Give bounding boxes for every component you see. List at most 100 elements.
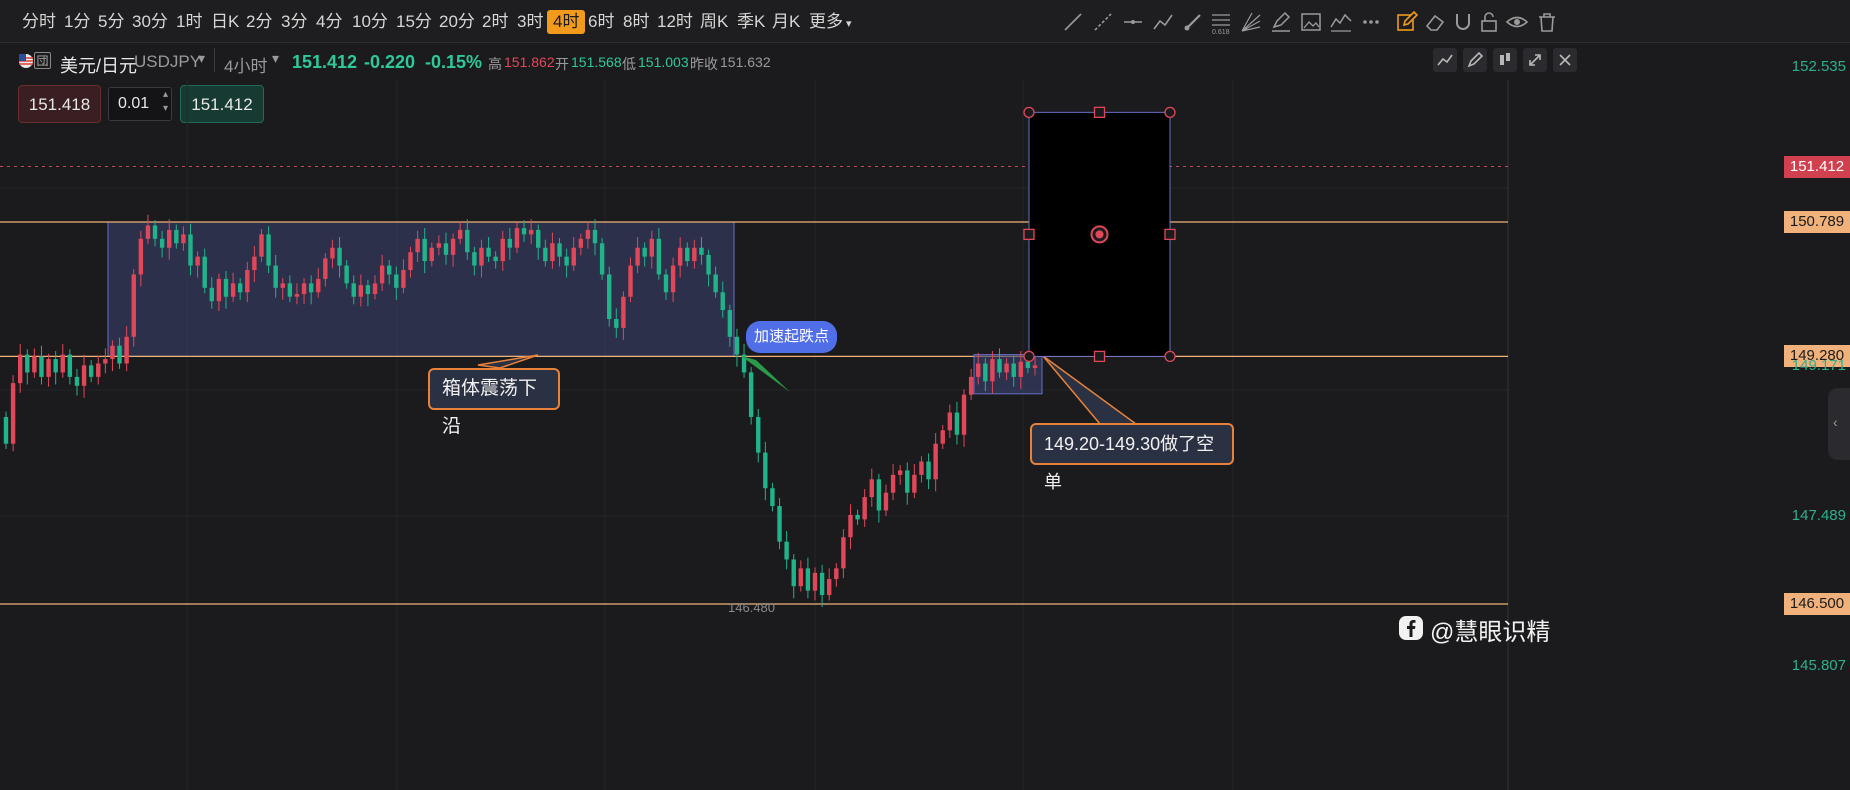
candle-body: [358, 285, 364, 297]
timeframe-14[interactable]: 4时: [547, 10, 586, 34]
candle-body: [919, 461, 924, 475]
candle-body: [912, 474, 917, 493]
timeframe-19[interactable]: 季K: [737, 10, 765, 34]
facebook-logo-icon: [1399, 616, 1423, 640]
lock-icon[interactable]: [1476, 9, 1502, 35]
side-panel-handle[interactable]: ‹: [1828, 388, 1850, 460]
timeframe-16[interactable]: 8时: [623, 10, 649, 34]
candle-body: [706, 254, 711, 275]
candle-body: [621, 296, 626, 328]
candle-body: [805, 568, 811, 591]
timeframe-12[interactable]: 2时: [482, 10, 508, 34]
candle-body: [465, 229, 470, 253]
candle-body: [1004, 363, 1009, 373]
close-chart-button[interactable]: [1553, 48, 1577, 72]
box-lower-label[interactable]: 箱体震荡下沿: [428, 368, 560, 437]
chart-area[interactable]: 箱体震荡下沿 加速起跌点 149.20-149.30做了空单 146.480 1…: [0, 58, 1850, 790]
polyline-icon[interactable]: [1150, 9, 1176, 35]
brush-icon[interactable]: [1180, 9, 1206, 35]
trend-line-icon[interactable]: [1060, 9, 1086, 35]
ray-line-icon[interactable]: [1090, 9, 1116, 35]
indicator-icon[interactable]: [1328, 9, 1354, 35]
candle-body: [777, 506, 782, 542]
image-icon[interactable]: [1298, 9, 1324, 35]
draw-mode-button[interactable]: [1463, 48, 1487, 72]
symbol-name[interactable]: 美元/日元: [60, 52, 137, 78]
candle-body: [209, 287, 214, 302]
timeframe-15[interactable]: 6时: [588, 10, 614, 34]
candle-body: [294, 294, 300, 297]
candle-body: [685, 247, 690, 262]
candle-body: [181, 234, 186, 244]
timeframe-13[interactable]: 3时: [517, 10, 543, 34]
candle-body: [649, 238, 654, 257]
chart-settings-button[interactable]: [1433, 48, 1457, 72]
candle-body: [933, 443, 938, 480]
timeframe-8[interactable]: 4分: [316, 10, 342, 34]
accel-label[interactable]: 加速起跌点: [746, 321, 838, 353]
candle-body: [450, 238, 456, 255]
price-change-pct: -0.15%: [425, 52, 483, 72]
indicator-button[interactable]: [1493, 48, 1517, 72]
timeframe-3[interactable]: 30分: [132, 10, 168, 34]
timeframe-21[interactable]: 更多 ▾: [809, 10, 852, 34]
candle-body: [564, 256, 569, 266]
candle-body: [656, 238, 662, 275]
expand-icon: [1529, 54, 1541, 66]
fullscreen-button[interactable]: [1523, 48, 1547, 72]
axis-tick-label: 145.807: [1791, 656, 1846, 674]
candle-body: [415, 238, 420, 253]
horizontal-line-icon[interactable]: [1120, 9, 1146, 35]
timeframe-6[interactable]: 2分: [246, 10, 272, 34]
timeframe-18[interactable]: 周K: [700, 10, 728, 34]
symbol-code[interactable]: USDJPY: [134, 52, 201, 72]
edit-icon[interactable]: [1394, 9, 1420, 35]
timeframe-0[interactable]: 分时: [22, 10, 56, 34]
candle-body: [10, 383, 16, 444]
candle-body: [159, 238, 165, 248]
magnet-icon[interactable]: [1450, 9, 1476, 35]
highlighter-icon[interactable]: [1268, 9, 1294, 35]
candle-body: [188, 234, 193, 266]
timeframe-5[interactable]: 日K: [211, 10, 239, 34]
symbol-dropdown-icon[interactable]: ▾: [198, 50, 205, 67]
candle-body: [961, 394, 967, 435]
axis-tick-label: 152.535: [1791, 57, 1846, 75]
candle-body: [365, 285, 371, 295]
candle-body: [599, 243, 605, 275]
candle-body: [550, 243, 555, 262]
short-entry-label[interactable]: 149.20-149.30做了空单: [1030, 423, 1234, 492]
high-value: 151.862: [504, 54, 555, 70]
timeframe-20[interactable]: 月K: [772, 10, 800, 34]
timeframe-11[interactable]: 20分: [439, 10, 475, 34]
interval-selector[interactable]: 4小时: [224, 52, 267, 77]
timeframe-17[interactable]: 12时: [657, 10, 693, 34]
candle-body: [152, 225, 158, 239]
candle-body: [990, 359, 995, 382]
timeframe-10[interactable]: 15分: [396, 10, 432, 34]
timeframe-2[interactable]: 5分: [98, 10, 124, 34]
candle-body: [351, 283, 356, 297]
timeframe-1[interactable]: 1分: [64, 10, 90, 34]
candle-body: [677, 247, 683, 266]
timeframe-7[interactable]: 3分: [281, 10, 307, 34]
fibonacci-icon[interactable]: 0.618: [1208, 9, 1234, 36]
candle-body: [585, 229, 591, 239]
candle-body: [997, 359, 1002, 373]
candle-body: [25, 354, 30, 373]
eye-icon[interactable]: [1504, 9, 1530, 35]
resize-handle: [1093, 350, 1106, 363]
eraser-icon[interactable]: [1422, 9, 1448, 35]
timeframe-4[interactable]: 1时: [176, 10, 202, 34]
prev-close-label: 昨收: [690, 56, 718, 72]
timeframe-9[interactable]: 10分: [352, 10, 388, 34]
gann-fan-icon[interactable]: [1238, 9, 1264, 35]
more-dots-icon[interactable]: [1358, 9, 1384, 35]
price-chart[interactable]: [0, 80, 1850, 790]
delete-icon[interactable]: [1534, 9, 1560, 35]
candle-body: [479, 247, 484, 266]
interval-dropdown-icon[interactable]: ▾: [272, 50, 279, 67]
candle-body: [869, 479, 874, 498]
candle-body: [763, 452, 768, 489]
flag-icon: [18, 53, 34, 74]
